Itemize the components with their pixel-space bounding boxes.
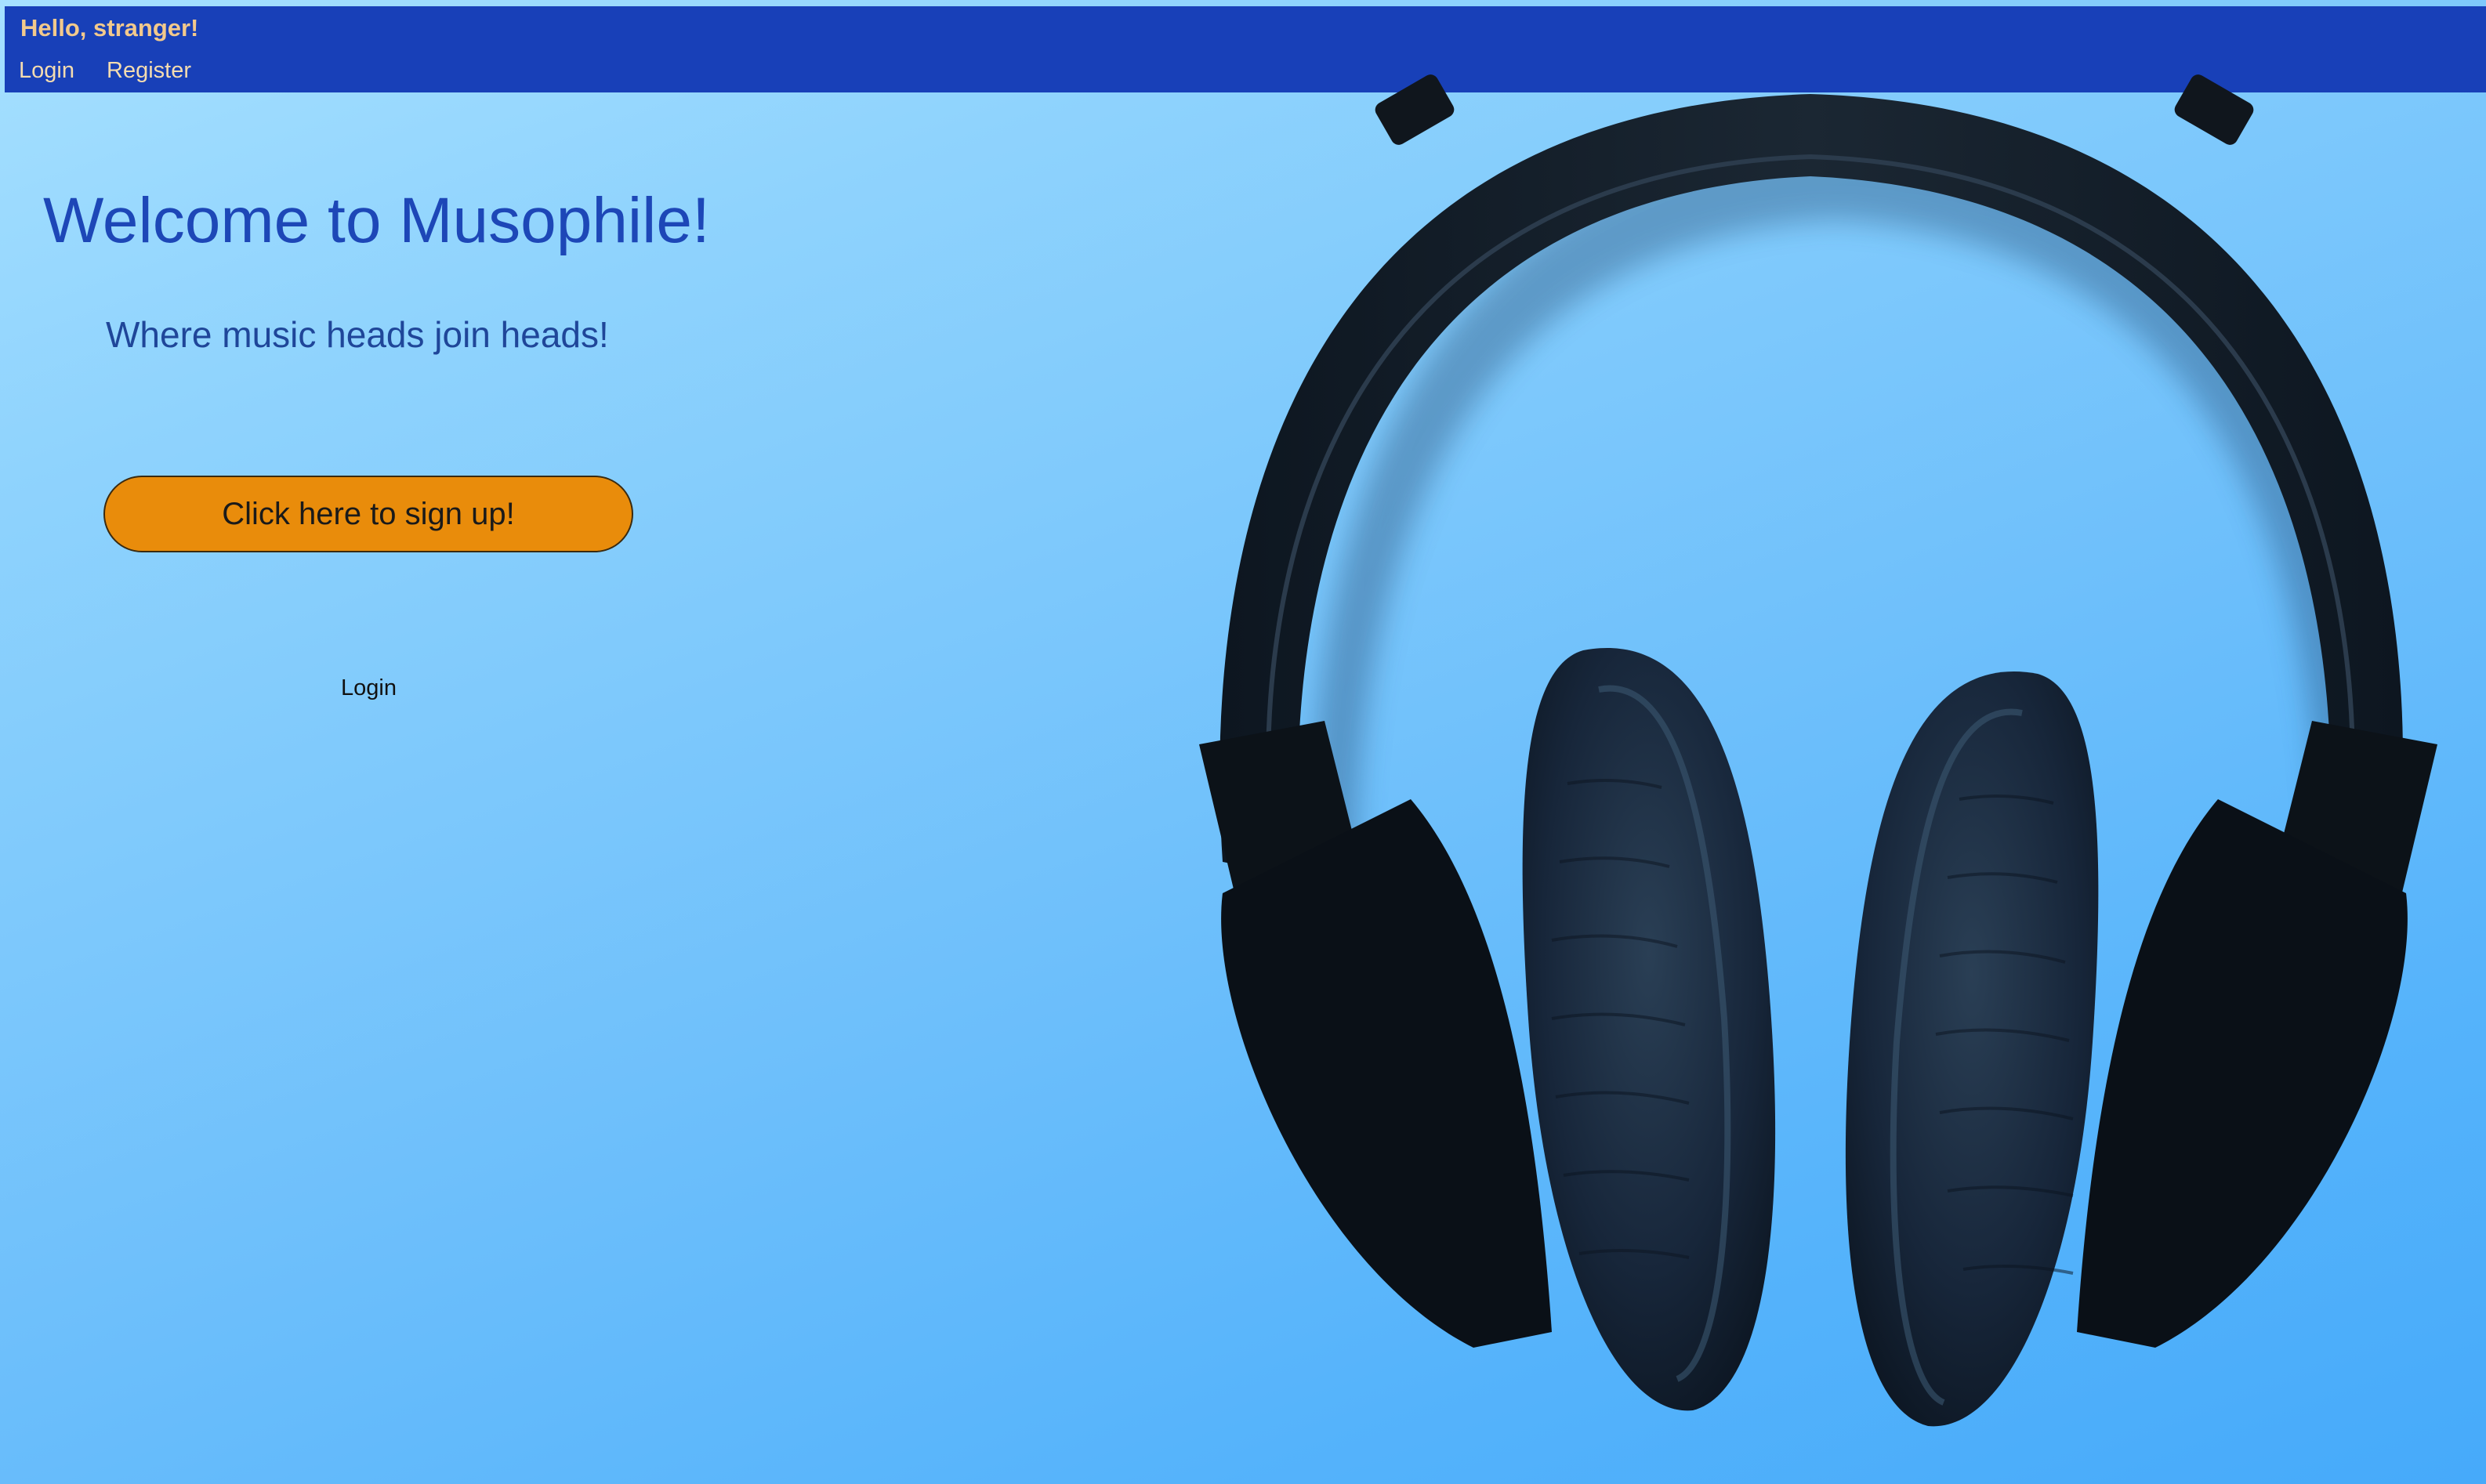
greeting-text: Hello, stranger! [20,14,199,42]
signup-button[interactable]: Click here to sign up! [103,476,633,552]
headphones-image [1199,74,2437,1427]
page-title: Welcome to Musophile! [43,185,710,256]
tagline: Where music heads join heads! [106,314,609,355]
nav-register-link[interactable]: Register [107,58,191,84]
nav-login-link[interactable]: Login [19,58,74,84]
login-link[interactable]: Login [341,675,397,701]
